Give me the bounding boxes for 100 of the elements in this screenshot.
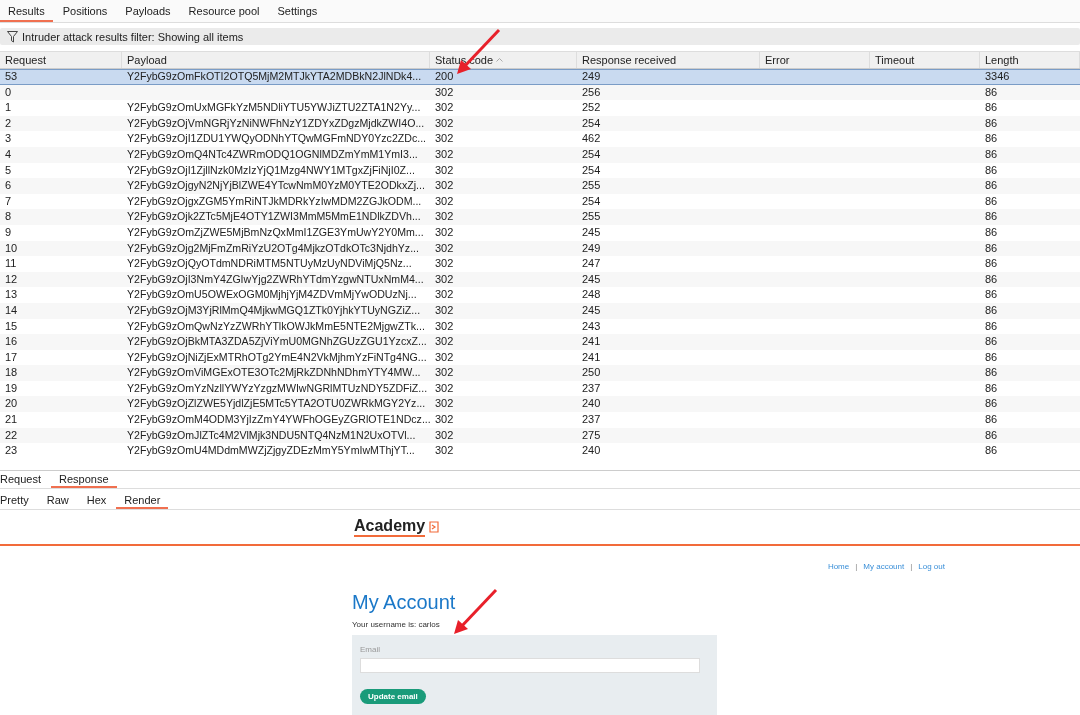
table-cell: Y2FybG9zOjI1ZjllNzk0MzIzYjQ1Mzg4NWY1MTgxZjFiNjI0Z... [127, 163, 415, 176]
nav-link[interactable]: My account [863, 562, 905, 571]
table-row[interactable]: 2 Y2FybG9zOjVmNGRjYzNiNWFhNzY1ZDYxZDgzMjdkZWI4O... 302 254 86 [0, 115, 1080, 132]
table-cell: 302 [435, 288, 454, 301]
table-cell: Y2FybG9zOmYzNzllYWYzYzgzMWIwNGRlMTUzNDY5ZDFiZ... [127, 381, 428, 394]
table-row[interactable]: 53 Y2FybG9zOmFkOTI2OTQ5MjM2MTJkYTA2MDBkN2JlNDk4... 200 249 3346 [0, 69, 1080, 85]
column-header[interactable]: Timeout [870, 52, 980, 68]
nav-link[interactable]: Log out [918, 562, 945, 571]
table-cell: 86 [985, 381, 998, 394]
tab[interactable]: Raw [46, 492, 77, 509]
table-cell: 86 [985, 257, 998, 270]
table-cell: Y2FybG9zOmQ4NTc4ZWRmODQ1OGNlMDZmYmM1YmI3... [127, 147, 418, 160]
table-cell: 255 [582, 179, 601, 192]
column-header[interactable]: Response received [577, 52, 760, 68]
table-cell: 240 [582, 397, 601, 410]
tab[interactable]: Render [116, 492, 169, 509]
table-cell: Y2FybG9zOjNiZjExMTRhOTg2YmE4N2VkMjhmYzFiNTg4NG... [127, 350, 427, 363]
table-row[interactable]: 18 Y2FybG9zOmViMGExOTE3OTc2MjRkZDNhNDhmYTY4MW... 302 250 86 [0, 365, 1080, 381]
table-cell: 249 [582, 70, 601, 82]
table-cell: 248 [582, 288, 601, 301]
filter-bar[interactable]: Intruder attack results filter: Showing all items [0, 28, 1080, 45]
tab[interactable]: Hex [86, 492, 115, 509]
table-cell: 302 [435, 319, 454, 332]
table-cell: 302 [435, 163, 454, 176]
tab[interactable]: Settings [269, 0, 326, 22]
nav-link[interactable]: Home [827, 562, 850, 571]
table-row[interactable]: 11 Y2FybG9zOjQyOTdmNDRiMTM5NTUyMzUyNDViMjQ5Nz... 302 247 86 [0, 256, 1080, 272]
table-cell: 249 [582, 241, 601, 254]
table-cell: 252 [582, 101, 601, 114]
table-cell: 12 [5, 272, 18, 285]
table-row[interactable]: 9 Y2FybG9zOmZjZWE5MjBmNzQxMmI1ZGE3YmUwY2Y0Mm... 302 245 86 [0, 224, 1080, 241]
table-cell: Y2FybG9zOjgyN2NjYjBlZWE4YTcwNmM0YzM0YTE2ODkxZj... [127, 179, 425, 192]
table-row[interactable]: 1 Y2FybG9zOmUxMGFkYzM5NDliYTU5YWJiZTU2ZTA1N2Yy... 302 252 86 [0, 100, 1080, 116]
table-row[interactable]: 12 Y2FybG9zOjI3NmY4ZGIwYjg2ZWRhYTdmYzgwNTUxNmM4... 302 245 86 [0, 271, 1080, 288]
table-cell: 1 [5, 101, 12, 114]
table-cell: 245 [582, 272, 601, 285]
table-row[interactable]: 4 Y2FybG9zOmQ4NTc4ZWRmODQ1OGNlMDZmYmM1YmI3... 302 254 86 [0, 146, 1080, 163]
email-field[interactable] [360, 658, 700, 673]
table-row[interactable]: 13 Y2FybG9zOmU5OWExOGM0MjhjYjM4ZDVmMjYwODUzNj... 302 248 86 [0, 287, 1080, 303]
table-cell: 302 [435, 381, 454, 394]
table-cell: 86 [985, 288, 998, 301]
tab[interactable]: Resource pool [180, 0, 268, 22]
tab[interactable]: Payloads [117, 0, 179, 22]
table-cell: 302 [435, 132, 454, 145]
table-row[interactable]: 23 Y2FybG9zOmU4MDdmMWZjZjgyZDEzMmY5YmIwMThjYT... 302 240 86 [0, 443, 1080, 459]
column-header[interactable]: Request [0, 52, 122, 68]
table-cell: 302 [435, 444, 454, 457]
table-row[interactable]: 3 Y2FybG9zOjI1ZDU1YWQyODNhYTQwMGFmNDY0Yzc2ZDc... 302 462 86 [0, 131, 1080, 147]
table-cell: 8 [5, 210, 12, 223]
table-row[interactable]: 15 Y2FybG9zOmQwNzYzZWRhYTlkOWJkMmE5NTE2MjgwZTk... 302 243 86 [0, 318, 1080, 335]
table-row[interactable]: 5 Y2FybG9zOjI1ZjllNzk0MzIzYjQ1Mzg4NWY1MTgxZjFiNjI0Z... 302 254 86 [0, 162, 1080, 179]
table-cell: 86 [985, 303, 998, 316]
table-row[interactable]: 10 Y2FybG9zOjg2MjFmZmRiYzU2OTg4MjkzOTdkOTc3NjdhYz... 302 249 86 [0, 240, 1080, 257]
table-cell: 86 [985, 210, 998, 223]
table-cell: 86 [985, 101, 998, 114]
table-cell: 86 [985, 163, 998, 176]
column-header[interactable]: Error [760, 52, 870, 68]
table-row[interactable]: 14 Y2FybG9zOjM3YjRlMmQ4MjkwMGQ1ZTk0YjhkYTUyNGZiZ... 302 245 86 [0, 302, 1080, 319]
table-cell: 86 [985, 132, 998, 145]
table-cell: 302 [435, 303, 454, 316]
table-cell: 240 [582, 444, 601, 457]
table-row[interactable]: 22 Y2FybG9zOmJlZTc4M2VlMjk3NDU5NTQ4NzM1N2UxOTVl... 302 275 86 [0, 427, 1080, 444]
table-cell: 10 [5, 241, 18, 254]
tab[interactable]: Pretty [0, 492, 37, 509]
table-cell: 254 [582, 116, 601, 129]
table-row[interactable]: 16 Y2FybG9zOjBkMTA3ZDA5ZjViYmU0MGNhZGUzZGU1YzcxZ... 302 241 86 [0, 334, 1080, 350]
table-cell: 245 [582, 225, 601, 238]
table-cell: 19 [5, 381, 18, 394]
table-cell: 3346 [985, 70, 1010, 82]
tab[interactable]: Results [0, 0, 53, 22]
table-row[interactable]: 8 Y2FybG9zOjk2ZTc5MjE4OTY1ZWI3MmM5MmE1NDlkZDVh... 302 255 86 [0, 209, 1080, 225]
table-cell: Y2FybG9zOjI3NmY4ZGIwYjg2ZWRhYTdmYzgwNTUxNmM4... [127, 272, 424, 285]
tab[interactable]: Response [51, 471, 117, 488]
table-cell: Y2FybG9zOmFkOTI2OTQ5MjM2MTJkYTA2MDBkN2JlNDk4... [127, 70, 422, 82]
table-row[interactable]: 21 Y2FybG9zOmM4ODM3YjIzZmY4YWFhOGEyZGRlOTE1NDcz... 302 237 86 [0, 412, 1080, 428]
table-cell: 86 [985, 179, 998, 192]
table-cell: 302 [435, 257, 454, 270]
table-row[interactable]: 7 Y2FybG9zOjgxZGM5YmRiNTJkMDRkYzIwMDM2ZGJkODM... 302 254 86 [0, 193, 1080, 210]
column-header[interactable]: Length [980, 52, 1080, 68]
table-row[interactable]: 19 Y2FybG9zOmYzNzllYWYzYzgzMWIwNGRlMTUzNDY5ZDFiZ... 302 237 86 [0, 380, 1080, 397]
table-cell: 4 [5, 147, 12, 160]
table-cell: Y2FybG9zOmM4ODM3YjIzZmY4YWFhOGEyZGRlOTE1NDcz... [127, 413, 430, 426]
table-cell: 245 [582, 303, 601, 316]
tab[interactable]: Positions [54, 0, 116, 22]
table-cell: 302 [435, 366, 454, 379]
table-cell: 86 [985, 413, 998, 426]
table-cell: 254 [582, 147, 601, 160]
table-cell: 86 [985, 225, 998, 238]
table-cell: 15 [5, 319, 18, 332]
table-cell: 302 [435, 350, 454, 363]
tab[interactable]: Request [0, 471, 49, 488]
table-row[interactable]: 17 Y2FybG9zOjNiZjExMTRhOTg2YmE4N2VkMjhmYzFiNTg4NG... 302 241 86 [0, 349, 1080, 366]
table-cell: Y2FybG9zOjI1ZDU1YWQyODNhYTQwMGFmNDY0Yzc2ZDc... [127, 132, 427, 145]
column-header[interactable]: Payload [122, 52, 430, 68]
table-cell: 5 [5, 163, 12, 176]
table-cell: 255 [582, 210, 601, 223]
table-row[interactable]: 20 Y2FybG9zOjZlZWE5YjdlZjE5MTc5YTA2OTU0ZWRkMGY2Yz... 302 240 86 [0, 396, 1080, 413]
table-cell: Y2FybG9zOmZjZWE5MjBmNzQxMmI1ZGE3YmUwY2Y0Mm... [127, 225, 424, 238]
table-row[interactable]: 6 Y2FybG9zOjgyN2NjYjBlZWE4YTcwNmM0YzM0YTE2ODkxZj... 302 255 86 [0, 178, 1080, 194]
table-cell: 13 [5, 288, 18, 301]
